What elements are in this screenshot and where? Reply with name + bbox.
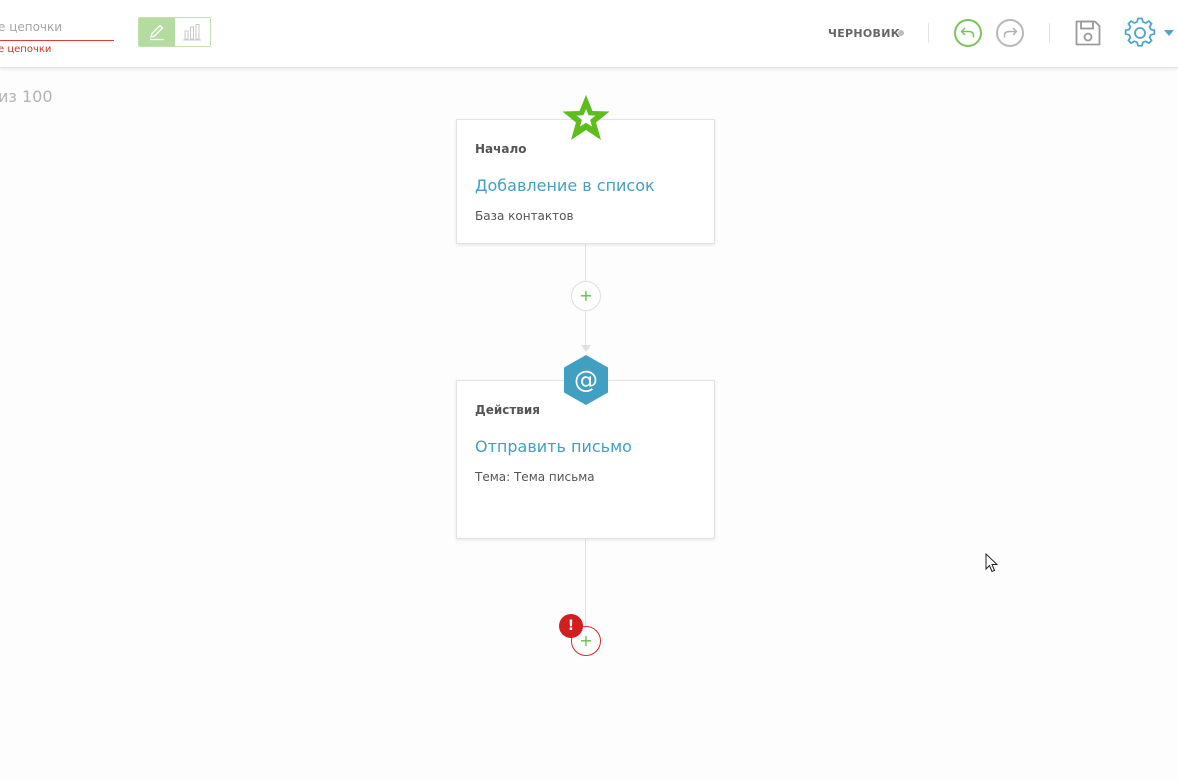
connector-line — [585, 311, 586, 347]
connector-line — [585, 244, 586, 281]
add-step-button[interactable]: + — [571, 281, 601, 311]
top-bar: е цепочки ЧЕРНОВИК — [0, 0, 1178, 68]
view-toggle — [138, 17, 211, 47]
start-node-subtitle: База контактов — [475, 209, 574, 223]
error-badge: ! — [559, 614, 583, 638]
save-icon — [1075, 20, 1101, 46]
at-sign-icon: @ — [564, 355, 608, 405]
star-icon — [562, 95, 610, 140]
pencil-icon — [149, 24, 164, 41]
start-node-title[interactable]: Добавление в список — [475, 176, 655, 195]
at-sign-glyph: @ — [574, 366, 598, 394]
gear-icon — [1124, 17, 1156, 47]
undo-icon — [960, 27, 975, 38]
undo-button[interactable] — [954, 19, 982, 47]
connector-line — [585, 539, 586, 626]
stats-mode-button[interactable] — [175, 18, 211, 46]
action-node-title[interactable]: Отправить письмо — [475, 437, 632, 456]
start-node-label: Начало — [475, 142, 527, 156]
cursor-icon — [985, 553, 999, 573]
redo-icon — [1003, 27, 1018, 38]
action-node-subtitle: Тема: Тема письма — [475, 470, 595, 484]
arrow-down-icon — [581, 345, 591, 352]
status-dot — [898, 30, 904, 36]
chain-name-input[interactable] — [0, 14, 114, 41]
settings-button[interactable] — [1124, 17, 1156, 49]
bar-chart-icon — [183, 24, 202, 41]
redo-button[interactable] — [996, 19, 1024, 47]
edit-mode-button[interactable] — [139, 18, 175, 46]
toolbar-divider — [1049, 23, 1050, 43]
save-button[interactable] — [1074, 19, 1102, 47]
chain-name-error: е цепочки — [0, 44, 52, 55]
draft-status: ЧЕРНОВИК — [828, 27, 901, 40]
action-node-label: Действия — [475, 403, 541, 417]
toolbar-divider — [928, 23, 929, 43]
chevron-down-icon[interactable] — [1164, 30, 1174, 36]
chain-counter: из 100 — [0, 87, 53, 106]
